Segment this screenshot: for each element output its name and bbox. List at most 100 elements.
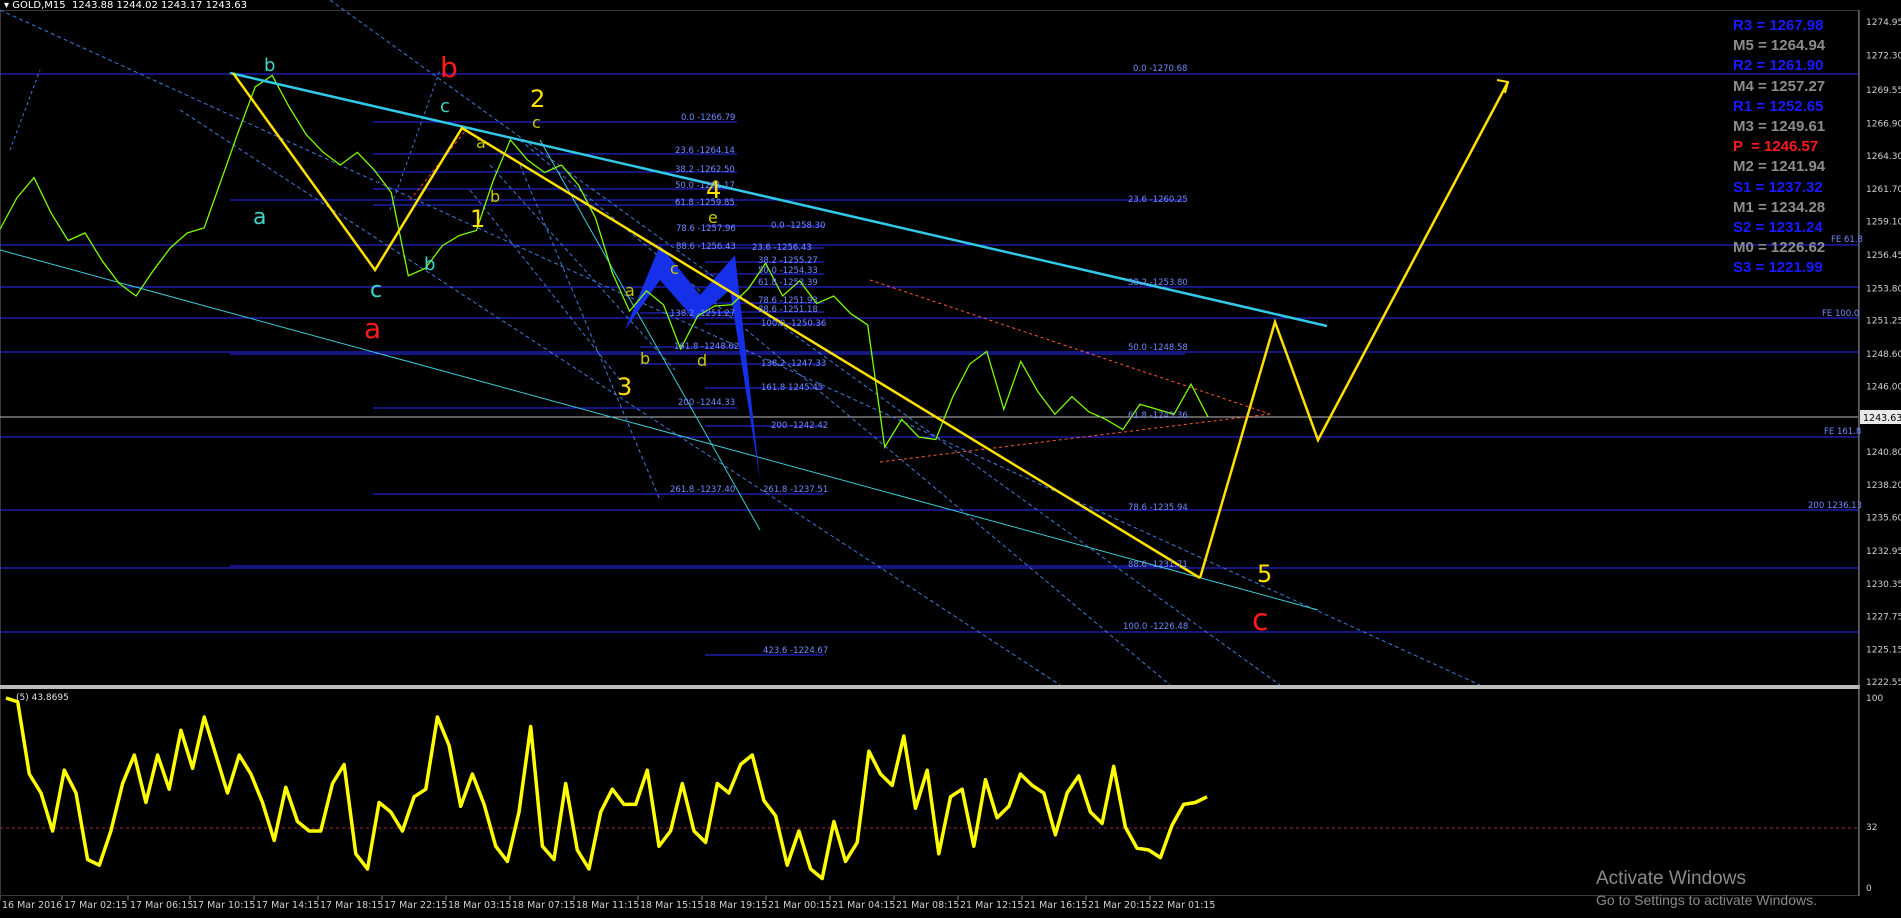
time-tick-label: 16 Mar 2016 — [2, 900, 62, 911]
wave-label: a — [476, 133, 486, 152]
time-tick-label: 21 Mar 20:15 — [1088, 900, 1151, 911]
wave-label: b — [440, 51, 458, 84]
price-tick-label: 1259.10 — [1866, 218, 1901, 228]
fib-label: 88.6 -1256.43 — [676, 242, 736, 252]
main-plot-frame — [0, 10, 1859, 687]
fib-label: 50.0 -1261.17 — [675, 181, 735, 191]
time-tick-label: 21 Mar 08:15 — [896, 900, 959, 911]
pivot-level: S2 = 1231.24 — [1733, 219, 1823, 237]
fib-label: 38.2 -1253.80 — [1128, 278, 1188, 288]
symbol-text: GOLD,M15 1243.88 1244.02 1243.17 1243.63 — [12, 0, 247, 11]
indicator-title: (5) 43.8695 — [16, 693, 69, 703]
pivot-level: P = 1246.57 — [1733, 138, 1819, 156]
fib-label: 88.6 -1251.18 — [758, 305, 818, 315]
pivot-levels-panel: R3 = 1267.98 M5 = 1264.94 R2 = 1261.90 M4 =… — [1733, 16, 1825, 279]
wave-label: 3 — [617, 373, 632, 401]
pane-separator — [0, 685, 1860, 689]
fib-label: 100.0 -1226.48 — [1123, 622, 1188, 632]
price-tick-label: 1264.30 — [1866, 152, 1901, 162]
fib-label: 78.6 -1257.96 — [676, 224, 736, 234]
time-tick-label: 17 Mar 06:15 — [130, 900, 193, 911]
price-tick-label: 1251.25 — [1866, 317, 1901, 327]
pivot-level: M3 = 1249.61 — [1733, 118, 1826, 136]
wave-label: a — [253, 205, 266, 230]
symbol-header: ▾ GOLD,M15 1243.88 1244.02 1243.17 1243.… — [4, 0, 247, 11]
price-tick-label: 1248.60 — [1866, 350, 1901, 360]
indicator-tick-label: 100 — [1866, 694, 1883, 704]
fib-label: 50.0 -1254.33 — [758, 266, 818, 276]
time-axis-labels: 16 Mar 2016 17 Mar 02:15 17 Mar 06:1517 Ma… — [0, 896, 1215, 911]
price-tick-label: 1238.20 — [1866, 481, 1901, 491]
wave-label: 2 — [530, 85, 545, 113]
indicator-tick-label: 32 — [1866, 823, 1877, 833]
fib-label: 138.2 -1247.33 — [761, 359, 826, 369]
indicator-axis-labels: 100 32 0 — [1866, 694, 1883, 894]
fib-label: 23.6 -1260.25 — [1128, 195, 1188, 205]
pivot-level: M5 = 1264.94 — [1733, 37, 1826, 55]
price-axis-labels: 1274.95 1272.30 1269.55 1266.90 1264.30 1261.… — [1866, 18, 1901, 688]
pivot-level: R2 = 1261.90 — [1733, 57, 1824, 75]
time-tick-label: 17 Mar 18:15 — [320, 900, 383, 911]
fib-label: 161.8 -1248.62 — [674, 342, 739, 352]
wave-label: c — [370, 278, 382, 303]
time-tick-label: 17 Mar 02:15 — [64, 900, 127, 911]
wave-label: b — [640, 349, 650, 368]
fib-label: FE 100.0 — [1822, 309, 1859, 319]
wave-label: b — [424, 254, 435, 275]
fib-label: 200 -1244.33 — [678, 398, 735, 408]
fib-label: 61.8 -1253.39 — [758, 278, 818, 288]
fib-label: 261.8 -1237.51 — [763, 485, 828, 495]
price-tick-label: 1246.00 — [1866, 383, 1901, 393]
fib-label: FE 61.8 — [1831, 235, 1863, 245]
wave-label: 1 — [470, 205, 485, 233]
fib-label: 0.0 -1270.68 — [1133, 64, 1187, 74]
fib-label: 200 1236.13 — [1808, 501, 1862, 511]
fib-label: 100.0 -1250.36 — [761, 319, 826, 329]
price-tick-label: 1230.35 — [1866, 580, 1901, 590]
time-tick-label: 18 Mar 15:15 — [640, 900, 703, 911]
fib-label: 23.6 -1264.14 — [675, 146, 735, 156]
time-tick-label: 18 Mar 11:15 — [576, 900, 639, 911]
pivot-level: M2 = 1241.94 — [1733, 158, 1826, 176]
price-tick-label: 1240.80 — [1866, 448, 1901, 458]
wave-label: c — [440, 96, 450, 117]
pivot-level: R3 = 1267.98 — [1733, 17, 1824, 34]
time-tick-label: 17 Mar 22:15 — [384, 900, 447, 911]
price-series-line — [0, 74, 1209, 449]
time-tick-label: 21 Mar 12:15 — [960, 900, 1023, 911]
chart-canvas[interactable]: abcbcbac21345abcabcde 0.0 -1270.680.0 -1… — [0, 0, 1901, 918]
elliott-wave-paths — [231, 72, 1510, 580]
fib-label: 61.8 -1243.36 — [1128, 411, 1188, 421]
time-tick-label: 21 Mar 04:15 — [832, 900, 895, 911]
wave-label: b — [490, 187, 500, 206]
fib-label: 200 -1242.42 — [771, 421, 828, 431]
pivot-level: S1 = 1237.32 — [1733, 178, 1823, 196]
price-tick-label: 1225.15 — [1866, 645, 1901, 655]
fib-label: 261.8 -1237.40 — [670, 485, 735, 495]
price-tick-label: 1266.90 — [1866, 119, 1901, 129]
price-tick-label: 1235.60 — [1866, 514, 1901, 524]
fib-label: 38.2 -1262.50 — [675, 165, 735, 175]
price-tick-label: 1232.95 — [1866, 547, 1901, 557]
time-tick-label: 17 Mar 14:15 — [256, 900, 319, 911]
fib-label: FE 161.8 — [1824, 427, 1861, 437]
fib-label: 78.6 -1235.94 — [1128, 503, 1188, 513]
activation-watermark: Activate Windows Go to Settings to activ… — [1596, 868, 1817, 908]
pivot-level: M4 = 1257.27 — [1733, 77, 1826, 95]
price-tick-label: 1256.45 — [1866, 251, 1901, 261]
time-tick-label: 22 Mar 01:15 — [1152, 900, 1215, 911]
indicator-tick-label: 0 — [1866, 884, 1872, 894]
time-tick-label: 21 Mar 16:15 — [1024, 900, 1087, 911]
price-tick-label: 1261.70 — [1866, 185, 1901, 195]
fib-label: 0.0 -1266.79 — [681, 113, 735, 123]
current-price-label: 1243.63 — [1863, 413, 1901, 424]
dropdown-triangle-icon[interactable]: ▾ — [4, 0, 9, 11]
wave-label: c — [670, 259, 679, 278]
fib-label: 23.6 -1256.43 — [752, 243, 812, 253]
price-tick-label: 1269.55 — [1866, 86, 1901, 96]
wave-label: d — [697, 351, 707, 370]
time-tick-label: 18 Mar 19:15 — [704, 900, 767, 911]
time-tick-label: 17 Mar 10:15 — [192, 900, 255, 911]
price-tick-label: 1253.80 — [1866, 284, 1901, 294]
wave-label: c — [1252, 603, 1269, 638]
